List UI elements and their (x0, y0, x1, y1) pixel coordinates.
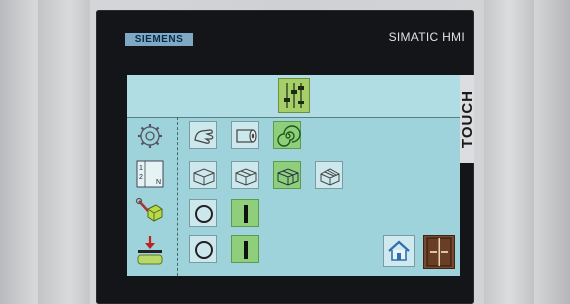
panel-divider (177, 117, 178, 276)
layout-numbers-icon: 1 2 N (136, 160, 164, 188)
gear-outline-icon (138, 124, 162, 148)
spiral-icon (277, 125, 301, 147)
brand-badge: SIEMENS (125, 33, 193, 46)
layout-label-n: N (156, 179, 161, 186)
layout-label-2: 2 (139, 174, 143, 181)
roll-button[interactable] (231, 121, 259, 149)
fader-panel-icon (284, 83, 304, 108)
exit-button[interactable] (423, 235, 455, 269)
maintenance-button[interactable] (134, 197, 166, 227)
on-bar-icon (244, 205, 248, 223)
off-circle-icon (195, 241, 213, 259)
housing-left-rail (38, 0, 90, 304)
box-2-icon (235, 168, 257, 186)
roll-icon (236, 129, 257, 143)
touch-strip: TOUCH (458, 75, 476, 163)
on-button-1[interactable] (231, 199, 259, 227)
box-1-button[interactable] (189, 161, 217, 189)
hmi-screen: 1 2 N (127, 75, 460, 276)
hand-mode-button[interactable] (189, 121, 217, 149)
title-bar (127, 75, 460, 118)
box-3-icon (277, 168, 299, 186)
on-bar-icon (244, 241, 248, 259)
press-down-icon (137, 236, 163, 265)
layout-label-1: 1 (139, 165, 143, 172)
hand-icon (194, 129, 214, 144)
touch-label: TOUCH (458, 89, 476, 149)
layout-button[interactable]: 1 2 N (134, 159, 166, 189)
box-4-button[interactable] (315, 161, 343, 189)
off-circle-icon (195, 205, 213, 223)
model-label: SIMATIC HMI (388, 30, 465, 44)
off-button-2[interactable] (189, 235, 217, 263)
off-button-1[interactable] (189, 199, 217, 227)
box-3-button[interactable] (273, 161, 301, 189)
wrench-cube-icon (135, 197, 163, 222)
home-icon (388, 240, 410, 261)
box-1-icon (193, 168, 215, 186)
on-button-2[interactable] (231, 235, 259, 263)
home-button[interactable] (383, 235, 415, 267)
box-2-button[interactable] (231, 161, 259, 189)
fader-panel-button[interactable] (278, 78, 310, 113)
press-button[interactable] (134, 235, 166, 265)
housing-right-rail (484, 0, 534, 304)
spiral-button[interactable] (273, 121, 301, 149)
exit-door-icon (426, 237, 452, 267)
settings-button[interactable] (134, 121, 166, 151)
box-4-icon (320, 168, 340, 186)
